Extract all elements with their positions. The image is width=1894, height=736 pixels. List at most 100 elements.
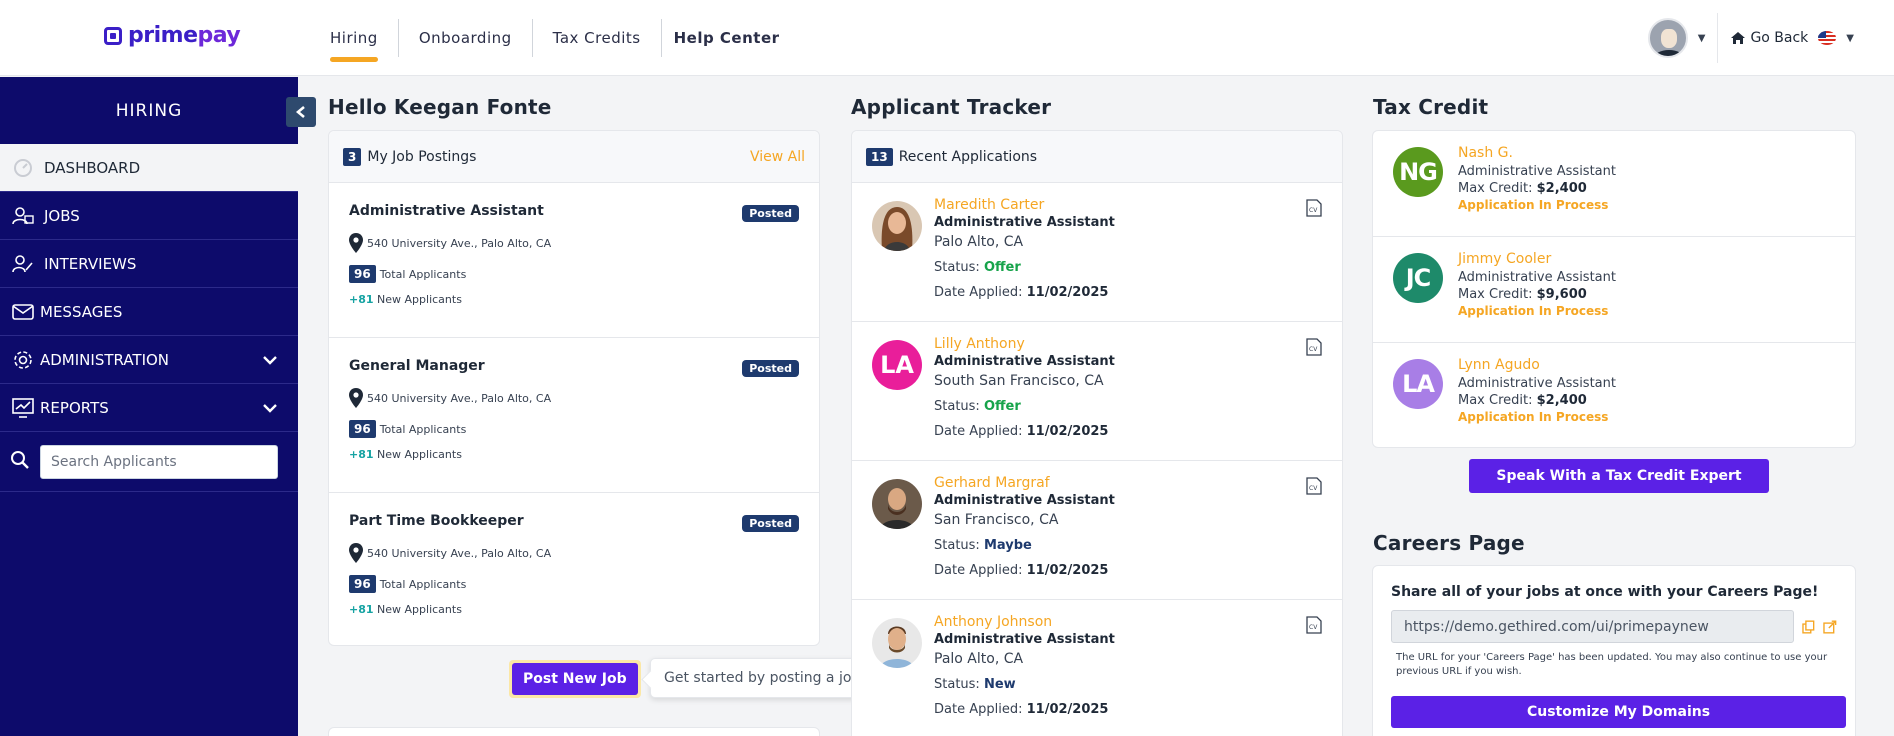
sidebar-title: HIRING bbox=[115, 100, 183, 121]
applicant-date: Date Applied: 11/02/2025 bbox=[934, 702, 1109, 717]
gear-icon bbox=[10, 349, 36, 371]
caret-down-icon[interactable]: ▼ bbox=[1846, 33, 1854, 44]
svg-text:CV: CV bbox=[1309, 346, 1318, 353]
search-applicants-input[interactable] bbox=[40, 444, 278, 479]
svg-text:CV: CV bbox=[1309, 485, 1318, 492]
job-title[interactable]: Administrative Assistant bbox=[349, 203, 799, 219]
sidebar-item-interviews[interactable]: INTERVIEWS bbox=[0, 240, 298, 288]
applicant-role: Administrative Assistant bbox=[934, 215, 1115, 230]
sidebar-item-dashboard[interactable]: DASHBOARD bbox=[0, 144, 298, 192]
tax-credit-item[interactable]: NG Nash G. Administrative Assistant Max … bbox=[1373, 131, 1855, 237]
go-back-button[interactable]: Go Back bbox=[1730, 30, 1808, 46]
applicant-item[interactable]: Maredith Carter Administrative Assistant… bbox=[852, 183, 1342, 322]
total-applicants-badge: 96 bbox=[349, 420, 376, 438]
applicant-status: Status: Offer bbox=[934, 399, 1021, 414]
logo-text: primepay bbox=[128, 23, 241, 48]
tab-help-center[interactable]: Help Center bbox=[662, 20, 800, 56]
tax-credit-title: Tax Credit bbox=[1373, 95, 1489, 119]
tab-tax-credits[interactable]: Tax Credits bbox=[533, 20, 661, 56]
job-title[interactable]: Part Time Bookkeeper bbox=[349, 513, 799, 529]
collapse-sidebar-button[interactable] bbox=[286, 97, 316, 127]
divider bbox=[1717, 13, 1719, 63]
tab-hiring[interactable]: Hiring bbox=[310, 20, 398, 62]
sidebar-item-administration[interactable]: ADMINISTRATION bbox=[0, 336, 298, 384]
copy-icon[interactable] bbox=[1802, 619, 1816, 634]
applicant-initials: LA bbox=[872, 340, 922, 390]
envelope-icon bbox=[10, 301, 36, 323]
cv-icon[interactable]: CV bbox=[1306, 477, 1322, 495]
cv-icon[interactable]: CV bbox=[1306, 199, 1322, 217]
chevron-left-icon bbox=[295, 106, 305, 118]
max-credit: Max Credit: $2,400 bbox=[1458, 181, 1587, 196]
top-right-controls: ▼ Go Back ▼ bbox=[1647, 0, 1854, 76]
sidebar: HIRING DASHBOARD JOBS INTERVIEWS MESSAGE… bbox=[0, 77, 298, 736]
careers-url-field[interactable] bbox=[1391, 610, 1794, 643]
job-title[interactable]: General Manager bbox=[349, 358, 799, 374]
cv-icon[interactable]: CV bbox=[1306, 338, 1322, 356]
user-avatar[interactable] bbox=[1647, 18, 1688, 58]
post-new-job-button[interactable]: Post New Job bbox=[512, 663, 638, 695]
posted-badge: Posted bbox=[742, 205, 799, 222]
applicant-role: Administrative Assistant bbox=[934, 493, 1115, 508]
us-flag-icon[interactable] bbox=[1818, 31, 1837, 45]
caret-down-icon[interactable]: ▼ bbox=[1698, 33, 1706, 44]
chart-icon bbox=[10, 397, 36, 419]
customize-domains-button[interactable]: Customize My Domains bbox=[1391, 696, 1846, 728]
tax-applicant-name[interactable]: Lynn Agudo bbox=[1458, 357, 1855, 373]
careers-url-row bbox=[1391, 610, 1837, 643]
job-location: 540 University Ave., Palo Alto, CA bbox=[349, 543, 799, 563]
applicant-name[interactable]: Gerhard Margraf bbox=[934, 475, 1342, 491]
applicant-item[interactable]: LA Lilly Anthony Administrative Assistan… bbox=[852, 322, 1342, 461]
applicant-role: Administrative Assistant bbox=[934, 354, 1115, 369]
applicant-item[interactable]: Gerhard Margraf Administrative Assistant… bbox=[852, 461, 1342, 600]
posted-badge: Posted bbox=[742, 360, 799, 377]
applicant-name[interactable]: Lilly Anthony bbox=[934, 336, 1342, 352]
total-applicants: 96 Total Applicants bbox=[349, 575, 799, 593]
tax-avatar-initials: LA bbox=[1393, 359, 1443, 409]
post-job-tooltip: Get started by posting a job. bbox=[650, 658, 879, 698]
home-icon bbox=[1731, 32, 1746, 44]
tax-applicant-name[interactable]: Nash G. bbox=[1458, 145, 1855, 161]
speak-with-expert-button[interactable]: Speak With a Tax Credit Expert bbox=[1469, 459, 1769, 493]
chevron-down-icon[interactable] bbox=[262, 351, 278, 369]
careers-lead-text: Share all of your jobs at once with your… bbox=[1391, 584, 1819, 600]
chevron-down-icon[interactable] bbox=[262, 399, 278, 417]
job-posting-item[interactable]: Administrative Assistant Posted 540 Univ… bbox=[329, 183, 819, 338]
applicant-date: Date Applied: 11/02/2025 bbox=[934, 285, 1109, 300]
applicant-city: San Francisco, CA bbox=[934, 512, 1059, 528]
posted-badge: Posted bbox=[742, 515, 799, 532]
svg-text:CV: CV bbox=[1309, 624, 1318, 631]
total-applicants: 96 Total Applicants bbox=[349, 420, 799, 438]
applicant-tracker-title: Applicant Tracker bbox=[851, 95, 1052, 119]
svg-text:CV: CV bbox=[1309, 207, 1318, 214]
applicant-role: Administrative Assistant bbox=[934, 632, 1115, 647]
tax-applicant-name[interactable]: Jimmy Cooler bbox=[1458, 251, 1855, 267]
tax-applicant-role: Administrative Assistant bbox=[1458, 270, 1616, 285]
cv-icon[interactable]: CV bbox=[1306, 616, 1322, 634]
application-status: Application In Process bbox=[1458, 410, 1609, 424]
applicant-city: Palo Alto, CA bbox=[934, 651, 1024, 667]
applicant-name[interactable]: Maredith Carter bbox=[934, 197, 1342, 213]
external-link-icon[interactable] bbox=[1823, 619, 1837, 634]
view-all-link[interactable]: View All bbox=[750, 149, 805, 165]
primepay-logo[interactable]: primepay bbox=[104, 23, 241, 48]
tax-credit-item[interactable]: JC Jimmy Cooler Administrative Assistant… bbox=[1373, 237, 1855, 343]
tax-credit-item[interactable]: LA Lynn Agudo Administrative Assistant M… bbox=[1373, 343, 1855, 449]
job-posting-item[interactable]: General Manager Posted 540 University Av… bbox=[329, 338, 819, 493]
post-new-job-highlight: Post New Job bbox=[509, 660, 641, 698]
applicant-item[interactable]: Anthony Johnson Administrative Assistant… bbox=[852, 600, 1342, 736]
applicant-name[interactable]: Anthony Johnson bbox=[934, 614, 1342, 630]
search-icon bbox=[10, 450, 30, 474]
applicant-city: South San Francisco, CA bbox=[934, 373, 1104, 389]
sidebar-item-reports[interactable]: REPORTS bbox=[0, 384, 298, 432]
sidebar-item-jobs[interactable]: JOBS bbox=[0, 192, 298, 240]
sidebar-item-messages[interactable]: MESSAGES bbox=[0, 288, 298, 336]
tab-onboarding[interactable]: Onboarding bbox=[399, 20, 532, 56]
max-credit: Max Credit: $9,600 bbox=[1458, 287, 1587, 302]
total-applicants: 96 Total Applicants bbox=[349, 265, 799, 283]
total-applicants-label: Total Applicants bbox=[379, 267, 467, 281]
job-posting-item[interactable]: Part Time Bookkeeper Posted 540 Universi… bbox=[329, 493, 819, 648]
applicant-photo bbox=[872, 201, 922, 251]
job-location-text: 540 University Ave., Palo Alto, CA bbox=[367, 546, 552, 560]
applicant-status: Status: New bbox=[934, 677, 1016, 692]
